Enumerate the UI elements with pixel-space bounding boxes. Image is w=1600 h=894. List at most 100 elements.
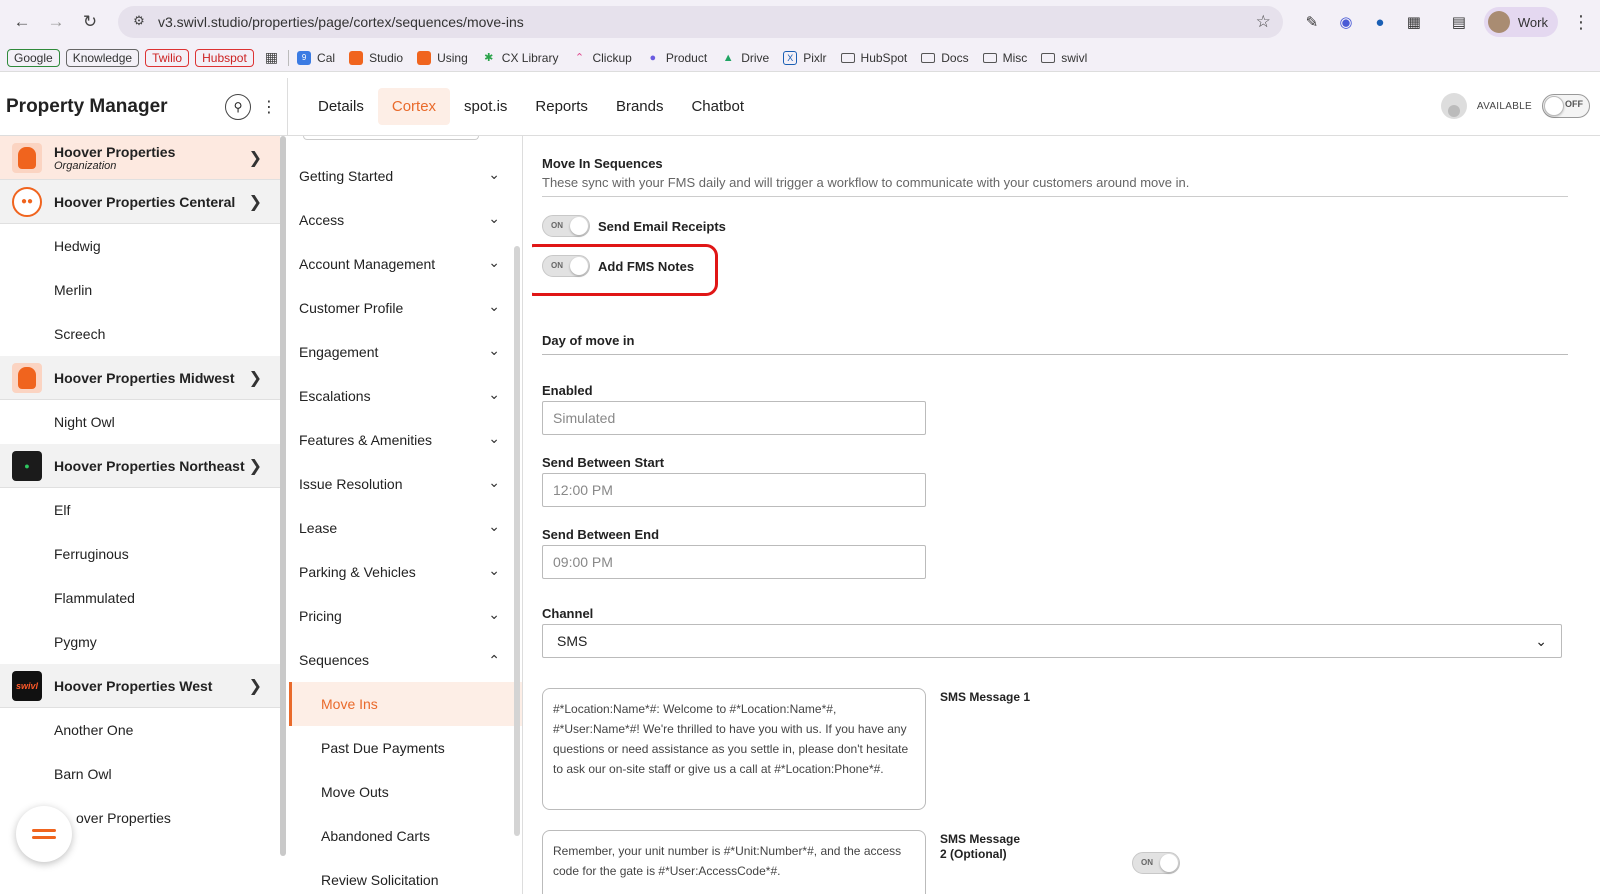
- profile-chip[interactable]: Work: [1483, 7, 1558, 37]
- nav-section-lease[interactable]: Lease ⌄: [289, 506, 522, 550]
- back-arrow-icon[interactable]: ←: [10, 10, 34, 34]
- nav-section-access[interactable]: Access ⌄: [289, 198, 522, 242]
- tab-reports[interactable]: Reports: [521, 88, 602, 125]
- chevron-right-icon[interactable]: ❯: [249, 676, 262, 696]
- org-logo-icon: [12, 362, 42, 393]
- chevron-right-icon[interactable]: ❯: [249, 148, 262, 168]
- org-row-midwest[interactable]: Hoover Properties Midwest ❯: [0, 356, 280, 400]
- nav-section-issue-resolution[interactable]: Issue Resolution ⌄: [289, 462, 522, 506]
- nav-section-engagement[interactable]: Engagement ⌄: [289, 330, 522, 374]
- tab-search-icon[interactable]: ▤: [1447, 10, 1471, 34]
- send-email-receipts-toggle[interactable]: ON: [542, 215, 590, 237]
- sms-message-2-textarea[interactable]: Remember, your unit number is #*Unit:Num…: [542, 830, 926, 894]
- puzzle-extensions-icon[interactable]: ▦: [1402, 10, 1426, 34]
- property-item-ferruginous[interactable]: Ferruginous: [0, 532, 280, 576]
- tab-chatbot[interactable]: Chatbot: [677, 88, 758, 125]
- address-bar[interactable]: ⚙ v3.swivl.studio/properties/page/cortex…: [118, 6, 1283, 38]
- bookmark-knowledge[interactable]: Knowledge: [65, 48, 140, 67]
- bookmark-folder-docs[interactable]: Docs: [921, 51, 969, 65]
- menu-fab-button[interactable]: [16, 806, 72, 862]
- folder-icon: [982, 52, 997, 63]
- user-avatar-icon[interactable]: [1440, 93, 1467, 119]
- sms-message-2-toggle[interactable]: ON: [1132, 852, 1180, 874]
- channel-select[interactable]: SMS ⌄: [542, 624, 1562, 658]
- site-settings-icon[interactable]: ⚙: [130, 13, 148, 31]
- org-name: Hoover Properties Centeral: [54, 193, 236, 210]
- nav-section-features-amenities[interactable]: Features & Amenities ⌄: [289, 418, 522, 462]
- org-name: Hoover Properties: [54, 143, 176, 160]
- bookmark-studio[interactable]: Studio: [349, 50, 403, 65]
- sms-message-1-textarea[interactable]: #*Location:Name*#: Welcome to #*Location…: [542, 688, 926, 810]
- apps-grid-icon[interactable]: ▦: [265, 49, 278, 66]
- tab-brands[interactable]: Brands: [602, 88, 678, 125]
- clickup-icon: ⌃: [574, 52, 585, 64]
- org-row-hoover-properties[interactable]: Hoover Properties Organization ❯: [0, 136, 280, 180]
- sms-message-1-label: SMS Message 1: [940, 690, 1031, 704]
- org-row-west[interactable]: swivl Hoover Properties West ❯: [0, 664, 280, 708]
- property-item-merlin[interactable]: Merlin: [0, 268, 280, 312]
- property-item-hedwig[interactable]: Hedwig: [0, 224, 280, 268]
- bookmark-twilio[interactable]: Twilio: [145, 48, 190, 67]
- property-item-night-owl[interactable]: Night Owl: [0, 400, 280, 444]
- bookmark-using[interactable]: Using: [417, 50, 468, 65]
- nav-sub-past-due-payments[interactable]: Past Due Payments: [289, 726, 522, 770]
- tab-details[interactable]: Details: [304, 88, 378, 125]
- chevron-right-icon[interactable]: ❯: [249, 192, 262, 212]
- property-item-screech[interactable]: Screech: [0, 312, 280, 356]
- extension-blue-icon[interactable]: ◉: [1334, 10, 1358, 34]
- bookmark-clickup[interactable]: ⌃ Clickup: [572, 51, 632, 65]
- property-item-flammulated[interactable]: Flammulated: [0, 576, 280, 620]
- nav-section-customer-profile[interactable]: Customer Profile ⌄: [289, 286, 522, 330]
- nav-sub-review-solicitation[interactable]: Review Solicitation: [289, 858, 522, 894]
- bookmark-folder-misc[interactable]: Misc: [982, 51, 1027, 65]
- tab-cortex[interactable]: Cortex: [377, 88, 451, 125]
- property-item-barn-owl[interactable]: Barn Owl: [0, 752, 280, 796]
- more-options-icon[interactable]: ⋮: [261, 97, 277, 117]
- property-item-pygmy[interactable]: Pygmy: [0, 620, 280, 664]
- nav-section-sequences[interactable]: Sequences ⌃: [289, 638, 522, 682]
- nav-section-pricing[interactable]: Pricing ⌄: [289, 594, 522, 638]
- send-end-field[interactable]: 09:00 PM: [542, 545, 926, 579]
- nav-scrollbar[interactable]: [514, 246, 522, 846]
- nav-section-parking-vehicles[interactable]: Parking & Vehicles ⌄: [289, 550, 522, 594]
- nav-section-getting-started[interactable]: Getting Started ⌄: [289, 154, 522, 198]
- bookmark-star-icon[interactable]: ☆: [1256, 12, 1271, 32]
- chevron-right-icon[interactable]: ❯: [249, 456, 262, 476]
- send-start-label: Send Between Start: [542, 455, 665, 470]
- nav-section-escalations[interactable]: Escalations ⌄: [289, 374, 522, 418]
- browser-menu-icon[interactable]: ⋮: [1572, 12, 1590, 33]
- bookmark-folder-swivl[interactable]: swivl: [1041, 51, 1087, 65]
- org-row-northeast[interactable]: ● Hoover Properties Northeast ❯: [0, 444, 280, 488]
- bookmark-cx-library[interactable]: ✱ CX Library: [482, 51, 558, 65]
- bookmark-folder-hubspot[interactable]: HubSpot: [840, 51, 907, 65]
- availability-toggle[interactable]: OFF: [1542, 94, 1590, 118]
- property-item-elf[interactable]: Elf: [0, 488, 280, 532]
- bookmark-product[interactable]: ● Product: [646, 51, 708, 65]
- tab-spotis[interactable]: spot.is: [450, 88, 521, 125]
- chevron-right-icon[interactable]: ❯: [249, 368, 262, 388]
- forward-arrow-icon[interactable]: →: [44, 10, 68, 34]
- bookmark-drive[interactable]: ▲ Drive: [721, 51, 769, 65]
- sidebar-scrollbar[interactable]: [280, 136, 288, 856]
- nav-sub-move-ins[interactable]: Move Ins: [289, 682, 522, 726]
- nav-sub-abandoned-carts[interactable]: Abandoned Carts: [289, 814, 522, 858]
- enabled-field[interactable]: Simulated: [542, 401, 926, 435]
- nav-section-account-management[interactable]: Account Management ⌄: [289, 242, 522, 286]
- property-item-another-one[interactable]: Another One: [0, 708, 280, 752]
- bookmark-pixlr[interactable]: X Pixlr: [783, 50, 827, 65]
- section-description: These sync with your FMS daily and will …: [542, 175, 1568, 197]
- org-row-centeral[interactable]: ●● Hoover Properties Centeral ❯: [0, 180, 280, 224]
- reload-icon[interactable]: ↻: [78, 10, 102, 34]
- url-text[interactable]: v3.swivl.studio/properties/page/cortex/s…: [158, 14, 1256, 30]
- pen-extension-icon[interactable]: ✎: [1300, 10, 1324, 34]
- bookmark-hubspot[interactable]: Hubspot: [195, 48, 254, 67]
- dark-logo-icon: ●: [12, 450, 42, 481]
- search-icon[interactable]: ⚲: [225, 93, 251, 120]
- nav-sub-move-outs[interactable]: Move Outs: [289, 770, 522, 814]
- extension-lens-icon[interactable]: ●: [1368, 10, 1392, 34]
- bookmark-google[interactable]: Google: [7, 48, 60, 67]
- top-tabs: Details Cortex spot.is Reports Brands Ch…: [288, 88, 758, 125]
- chevron-down-icon: ⌄: [488, 210, 500, 226]
- send-start-field[interactable]: 12:00 PM: [542, 473, 926, 507]
- bookmark-cal[interactable]: 9 Cal: [297, 50, 335, 65]
